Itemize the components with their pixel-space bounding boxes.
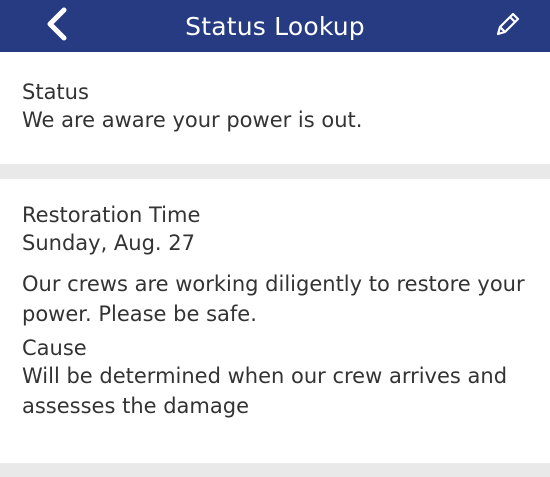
status-value: We are aware your power is out. [22, 108, 363, 133]
restoration-time-label: Restoration Time [22, 203, 201, 227]
back-button[interactable] [40, 6, 72, 46]
section-divider [0, 164, 550, 179]
restoration-card: Restoration Time Sunday, Aug. 27 Our cre… [0, 179, 550, 460]
cause-value: Will be determined when our crew arrives… [22, 363, 508, 419]
restoration-message: Our crews are working diligently to rest… [22, 271, 525, 327]
bottom-divider [0, 463, 550, 477]
pencil-icon [493, 9, 523, 43]
restoration-date: Sunday, Aug. 27 [22, 231, 196, 256]
top-navigation-bar: Status Lookup [0, 0, 550, 52]
status-lookup-screen: Status Lookup Status We are aware your p… [0, 0, 550, 477]
cause-label: Cause [22, 335, 87, 360]
edit-button[interactable] [492, 10, 524, 42]
status-card: Status We are aware your power is out. [0, 52, 550, 164]
chevron-left-icon [43, 6, 69, 46]
status-label: Status [22, 80, 89, 104]
page-title: Status Lookup [185, 11, 365, 41]
